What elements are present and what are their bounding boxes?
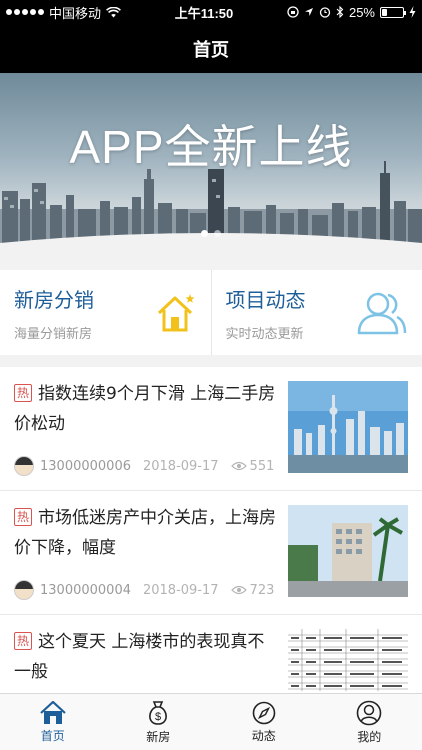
view-count: 723 bbox=[230, 582, 275, 598]
top-bar: 中国移动 上午11:50 25% 首页 bbox=[0, 0, 422, 73]
entry-new-house-distribution[interactable]: 新房分销 海量分销新房 bbox=[0, 270, 211, 355]
battery-icon bbox=[380, 6, 406, 18]
tab-bar: 首页 $ 新房 动态 我的 bbox=[0, 693, 422, 750]
battery-level bbox=[382, 8, 387, 16]
compass-icon bbox=[252, 701, 276, 724]
house-star-icon bbox=[157, 293, 194, 331]
user-icon bbox=[356, 700, 382, 725]
alarm-icon bbox=[319, 7, 331, 18]
news-meta: 13000000006 2018-09-17 551 bbox=[14, 456, 274, 476]
tab-home[interactable]: 首页 bbox=[0, 694, 106, 750]
news-item[interactable]: 热指数连续9个月下滑 上海二手房价松动 13000000006 2018-09-… bbox=[0, 367, 422, 491]
news-list: 热指数连续9个月下滑 上海二手房价松动 13000000006 2018-09-… bbox=[0, 367, 422, 739]
carousel-indicator bbox=[0, 230, 422, 237]
hot-tag: 热 bbox=[14, 384, 33, 402]
wifi-icon bbox=[106, 6, 121, 17]
news-title-text: 市场低迷房产中介关店，上海房价下降，幅度 bbox=[14, 508, 277, 558]
entry-title: 项目动态 bbox=[225, 287, 306, 312]
entry-project-news[interactable]: 项目动态 实时动态更新 bbox=[210, 270, 422, 355]
news-title: 热这个夏天 上海楼市的表现真不一般 bbox=[14, 627, 276, 687]
home-icon bbox=[40, 700, 66, 724]
publish-date: 2018-09-17 bbox=[142, 458, 219, 474]
quick-entries: 新房分销 海量分销新房 项目动态 实时动态更新 bbox=[0, 270, 422, 355]
tab-new-house[interactable]: $ 新房 bbox=[106, 694, 212, 750]
rotation-lock-icon bbox=[287, 6, 299, 18]
news-title: 热指数连续9个月下滑 上海二手房价松动 bbox=[14, 379, 276, 439]
news-title: 热市场低迷房产中介关店，上海房价下降，幅度 bbox=[14, 503, 276, 563]
carrier-label: 中国移动 bbox=[49, 5, 102, 21]
news-thumbnail bbox=[288, 505, 408, 597]
tab-label: 新房 bbox=[146, 729, 171, 744]
svg-text:$: $ bbox=[155, 711, 161, 723]
signal-icon bbox=[6, 9, 44, 15]
battery-percent: 25% bbox=[348, 4, 375, 20]
status-bar: 中国移动 上午11:50 25% bbox=[0, 0, 422, 24]
news-meta: 13000000004 2018-09-17 723 bbox=[14, 580, 274, 600]
eye-icon bbox=[230, 461, 247, 471]
entry-title: 新房分销 bbox=[14, 287, 94, 312]
tab-label: 我的 bbox=[357, 729, 382, 744]
money-bag-icon: $ bbox=[149, 700, 168, 725]
app-screen: 中国移动 上午11:50 25% 首页 APP全新上线 新房分销 海量分销新房 … bbox=[0, 0, 422, 750]
news-title-text: 这个夏天 上海楼市的表现真不一般 bbox=[14, 632, 265, 682]
tab-mine[interactable]: 我的 bbox=[317, 694, 422, 750]
view-count-text: 723 bbox=[249, 582, 275, 598]
users-icon bbox=[357, 292, 407, 334]
entry-subtitle: 海量分销新房 bbox=[14, 326, 93, 342]
carousel-dot-active[interactable] bbox=[201, 230, 208, 237]
news-title-text: 指数连续9个月下滑 上海二手房价松动 bbox=[14, 384, 276, 434]
avatar bbox=[14, 456, 34, 476]
author-name: 13000000004 bbox=[40, 582, 131, 598]
page-title: 首页 bbox=[193, 39, 229, 61]
city-skyline-image bbox=[0, 161, 422, 259]
banner-carousel[interactable]: APP全新上线 bbox=[0, 73, 422, 259]
tab-label: 动态 bbox=[251, 728, 276, 743]
status-time: 上午11:50 bbox=[174, 5, 234, 21]
entry-subtitle: 实时动态更新 bbox=[225, 326, 304, 342]
location-icon bbox=[304, 8, 313, 16]
nav-bar: 首页 bbox=[0, 24, 422, 73]
avatar bbox=[14, 580, 34, 600]
tab-news[interactable]: 动态 bbox=[211, 694, 317, 750]
news-thumbnail bbox=[288, 381, 408, 473]
tab-label: 首页 bbox=[40, 728, 65, 743]
author-name: 13000000006 bbox=[40, 458, 131, 474]
news-item[interactable]: 热市场低迷房产中介关店，上海房价下降，幅度 13000000004 2018-0… bbox=[0, 491, 422, 615]
view-count-text: 551 bbox=[249, 458, 275, 474]
hot-tag: 热 bbox=[14, 632, 33, 650]
view-count: 551 bbox=[230, 458, 275, 474]
carousel-dot[interactable] bbox=[214, 230, 221, 237]
publish-date: 2018-09-17 bbox=[142, 582, 219, 598]
eye-icon bbox=[230, 585, 247, 595]
charging-icon bbox=[409, 6, 416, 18]
bluetooth-icon bbox=[336, 6, 344, 18]
hot-tag: 热 bbox=[14, 508, 33, 526]
